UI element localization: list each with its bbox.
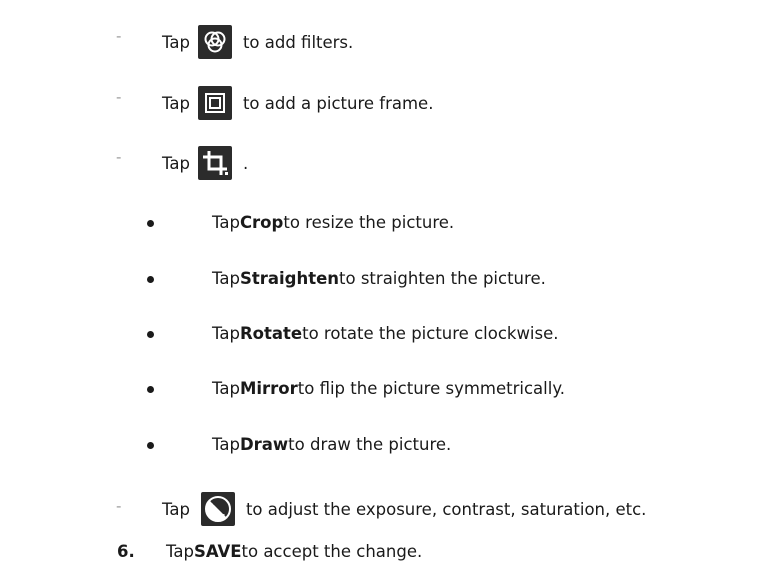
option-name: Mirror (239, 379, 298, 398)
option-desc: to draw the picture. (288, 435, 452, 454)
bullet (147, 386, 154, 393)
step-save: Tap SAVE to accept the change. (166, 542, 422, 561)
filter-circles-icon (197, 25, 232, 59)
option-pre: Tap (212, 324, 240, 343)
option-pre: Tap (212, 213, 240, 232)
save-desc: to accept the change. (241, 542, 423, 561)
step-text: . (242, 153, 249, 173)
option-name: Rotate (239, 324, 303, 343)
save-label: SAVE (193, 542, 242, 561)
option-desc: to rotate the picture clockwise. (302, 324, 559, 343)
list-dash: - (116, 88, 122, 106)
crop-option: Tap Straighten to straighten the picture… (212, 269, 546, 288)
option-name: Draw (239, 435, 289, 454)
crop-icon (197, 146, 232, 180)
bullet (147, 331, 154, 338)
option-desc: to straighten the picture. (339, 269, 546, 288)
save-pre: Tap (166, 542, 194, 561)
list-dash: - (116, 27, 122, 45)
option-pre: Tap (212, 435, 240, 454)
exposure-icon (200, 492, 235, 526)
tap-text: Tap (162, 32, 190, 52)
crop-option: Tap Crop to resize the picture. (212, 213, 454, 232)
list-dash: - (116, 497, 122, 515)
step-filters: Tap to add filters. (162, 23, 353, 61)
step-crop: Tap . (162, 144, 248, 182)
step-exposure: Tap to adjust the exposure, contrast, sa… (162, 490, 646, 528)
option-desc: to resize the picture. (283, 213, 455, 232)
option-pre: Tap (212, 269, 240, 288)
bullet (147, 442, 154, 449)
picture-frame-icon (197, 86, 232, 120)
option-name: Straighten (239, 269, 340, 288)
crop-option: Tap Draw to draw the picture. (212, 435, 451, 454)
step-text: to add a picture frame. (242, 93, 434, 113)
bullet (147, 220, 154, 227)
tap-text: Tap (162, 153, 190, 173)
option-pre: Tap (212, 379, 240, 398)
tap-text: Tap (162, 499, 190, 519)
crop-option: Tap Rotate to rotate the picture clockwi… (212, 324, 559, 343)
step-number: 6. (117, 542, 135, 561)
crop-option: Tap Mirror to flip the picture symmetric… (212, 379, 565, 398)
tap-text: Tap (162, 93, 190, 113)
option-name: Crop (239, 213, 284, 232)
bullet (147, 276, 154, 283)
step-text: to adjust the exposure, contrast, satura… (245, 499, 647, 519)
list-dash: - (116, 148, 122, 166)
step-frame: Tap to add a picture frame. (162, 84, 433, 122)
option-desc: to flip the picture symmetrically. (297, 379, 565, 398)
step-text: to add filters. (242, 32, 354, 52)
